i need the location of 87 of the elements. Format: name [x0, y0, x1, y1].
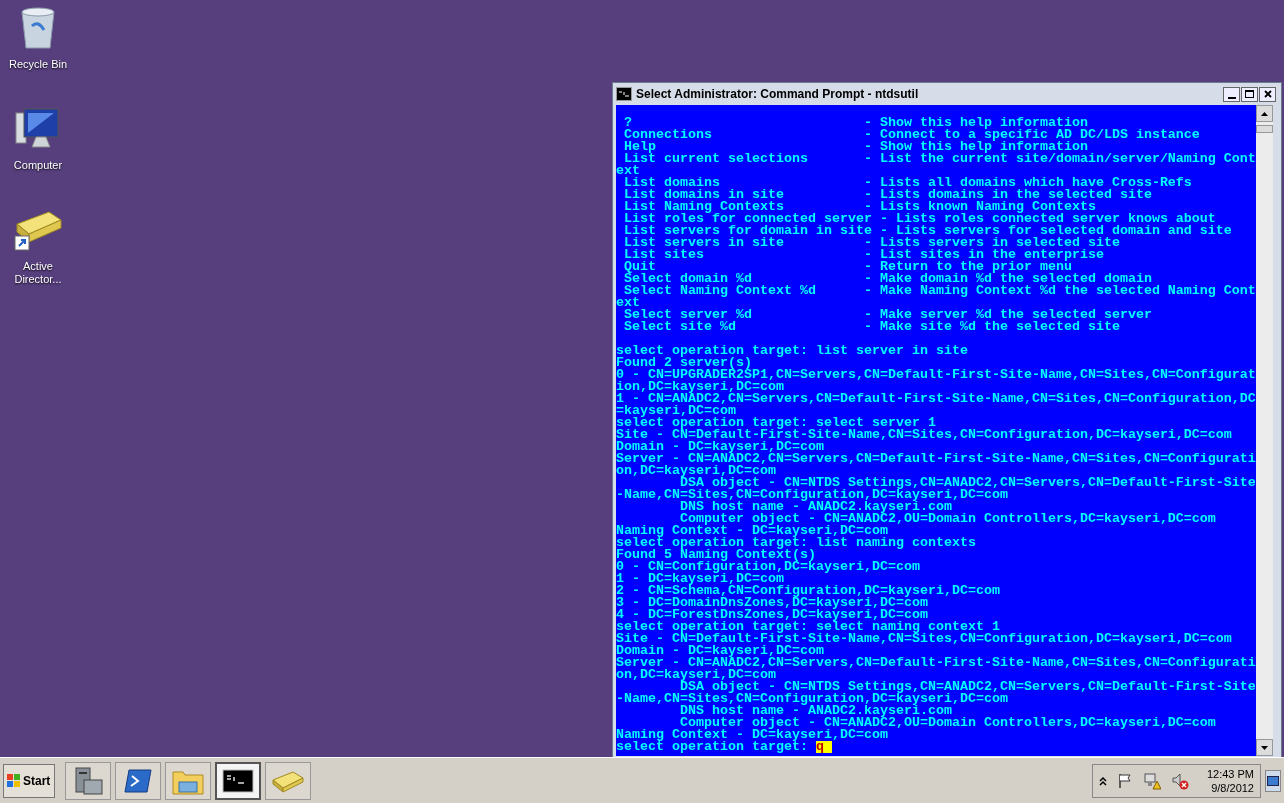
window-title: Select Administrator: Command Prompt - ntdsutil: [636, 86, 920, 103]
console-line: 3 - DC=DomainDnsZones,DC=kayseri,DC=com: [616, 597, 928, 609]
console-line: DSA object - CN=NTDS Settings,CN=ANADC2,CN=Servers,CN=Default-First-Site: [680, 681, 1256, 693]
console-line: List Naming Contexts - Lists known Naming Contexts: [623, 201, 1097, 213]
console-line: =kayseri,DC=com: [616, 405, 736, 417]
console-line: select operation target: select server 1: [616, 417, 936, 429]
console-line: 2 - CN=Schema,CN=Configuration,DC=kayseri,DC=com: [616, 585, 1001, 597]
terminal-prompt-icon: [123, 767, 153, 794]
console-line: Select server %d - Make server %d the selected server: [623, 309, 1153, 321]
close-icon: [1263, 90, 1272, 98]
speaker-muted-icon[interactable]: [1170, 771, 1189, 790]
console-line: -Name,CN=Sites,CN=Configuration,DC=kayseri,DC=com: [616, 489, 1008, 501]
triangle-up-icon: [1261, 111, 1268, 116]
console-line: 0 - CN=UPGRADER2SP1,CN=Servers,CN=Default-First-Site-Name,CN=Sites,CN=Configurat: [616, 369, 1256, 381]
minimize-button[interactable]: [1223, 86, 1240, 102]
console-line: ion,DC=kayseri,DC=com: [616, 381, 784, 393]
console-line: Computer object - CN=ANADC2,OU=Domain Controllers,DC=kayseri,DC=com: [680, 717, 1217, 729]
console-line: ext: [616, 297, 640, 309]
console-line: Server - CN=ANADC2,CN=Servers,CN=Default-First-Site-Name,CN=Sites,CN=Configurati: [616, 453, 1256, 465]
maximize-icon: [1245, 90, 1254, 98]
console-line: on,DC=kayseri,DC=com: [616, 465, 776, 477]
console-line: List current selections - List the current site/domain/server/Naming Cont: [624, 153, 1256, 165]
network-warning-icon[interactable]: [1142, 771, 1161, 790]
console-window-icon: [616, 87, 632, 101]
start-button[interactable]: Start: [3, 763, 55, 798]
triangle-down-icon: [1261, 745, 1268, 750]
console-line: on,DC=kayseri,DC=com: [616, 669, 776, 681]
console-line: List domains in site - Lists domains in the selected site: [623, 189, 1153, 201]
chevron-up-icon[interactable]: [1098, 775, 1107, 786]
scroll-thumb[interactable]: [1256, 125, 1273, 133]
console-line: Quit - Return to the prior menu: [623, 261, 1072, 273]
console-line: List roles for connected server - Lists roles connected server knows about: [623, 213, 1216, 225]
maximize-button[interactable]: [1241, 86, 1258, 102]
console-line: select operation target: list naming contexts: [616, 537, 977, 549]
console-line: Help - Show this help information: [623, 141, 1088, 153]
console-line: Naming Context - DC=kayseri,DC=com: [616, 525, 888, 537]
console-line: Site - CN=Default-First-Site-Name,CN=Sites,CN=Configuration,DC=kayseri,DC=com: [616, 429, 1233, 441]
console-line: Select site %d - Make site %d the selected site: [623, 321, 1121, 333]
console-line: Site - CN=Default-First-Site-Name,CN=Sites,CN=Configuration,DC=kayseri,DC=com: [616, 633, 1233, 645]
console-input[interactable]: q: [815, 741, 832, 753]
clock-time[interactable]: 12:43 PM: [1206, 766, 1254, 781]
scroll-down-button[interactable]: [1256, 739, 1273, 756]
console-line: Found 5 Naming Context(s): [616, 549, 816, 561]
console-line: 0 - CN=Configuration,DC=kayseri,DC=com: [616, 561, 921, 573]
console-prompt: select operation target:: [616, 741, 808, 753]
console-line: List sites - List sites in the enterprise: [623, 249, 1105, 261]
console-line: -Name,CN=Sites,CN=Configuration,DC=kayseri,DC=com: [616, 693, 1008, 705]
console-line: ? - Show this help information: [623, 117, 1088, 129]
desktop-preview-icon: [1267, 775, 1279, 786]
console-line: Connections - Connect to a specific AD DC/LDS instance: [623, 129, 1201, 141]
vertical-scrollbar[interactable]: [1256, 105, 1273, 756]
console-line: Select domain %d - Make domain %d the selected domain: [623, 273, 1152, 285]
console-line: Naming Context - DC=kayseri,DC=com: [616, 729, 888, 741]
server-toolbox-icon: [72, 765, 104, 796]
console-line: List domains - Lists all domains which have Cross-Refs: [623, 177, 1193, 189]
taskbar-app-button[interactable]: [215, 761, 261, 800]
directory-shortcut-icon: [13, 208, 63, 252]
show-desktop-button[interactable]: [1265, 769, 1281, 792]
console-line: 4 - DC=ForestDnsZones,DC=kayseri,DC=com: [616, 609, 928, 621]
console-line: DSA object - CN=NTDS Settings,CN=ANADC2,CN=Servers,CN=Default-First-Site: [680, 477, 1256, 489]
console-line: DNS host name - ANADC2.kayseri.com: [680, 705, 952, 717]
close-button[interactable]: [1259, 86, 1276, 102]
desktop-icon-label[interactable]: Recycle Bin: [6, 58, 70, 71]
console-line: DNS host name - ANADC2.kayseri.com: [680, 501, 952, 513]
windows-logo-icon: [7, 773, 21, 788]
console-line: ext: [616, 165, 640, 177]
console-line: Server - CN=ANADC2,CN=Servers,CN=Default-First-Site-Name,CN=Sites,CN=Configurati: [616, 657, 1256, 669]
console-line: select operation target: list server in site: [616, 345, 969, 357]
console-line: 1 - DC=kayseri,DC=com: [616, 573, 784, 585]
clock-date[interactable]: 9/8/2012: [1211, 780, 1254, 795]
flag-icon[interactable]: [1116, 772, 1133, 789]
console-line: Domain - DC=kayseri,DC=com: [616, 441, 824, 453]
console-line: Domain - DC=kayseri,DC=com: [616, 645, 824, 657]
desktop-icon-label[interactable]: Active Director...: [6, 260, 70, 286]
minimize-icon: [1227, 96, 1236, 99]
scroll-up-button[interactable]: [1256, 105, 1273, 122]
console-window-icon: [222, 768, 254, 793]
console-line: List servers in site - Lists servers in selected site: [623, 237, 1121, 249]
console-line: Computer object - CN=ANADC2,OU=Domain Controllers,DC=kayseri,DC=com: [680, 513, 1217, 525]
desktop-icon-label[interactable]: Computer: [6, 159, 70, 172]
computer-icon: [14, 107, 62, 151]
console-line: select operation target: select naming context 1: [616, 621, 1000, 633]
console-line: List servers for domain in site - Lists servers for selected domain and site: [623, 225, 1233, 237]
trash-bin-icon: [18, 6, 58, 50]
console-line: Select Naming Context %d - Make Naming Context %d the selected Naming Cont: [624, 285, 1256, 297]
console-line: 1 - CN=ANADC2,CN=Servers,CN=Default-First-Site-Name,CN=Sites,CN=Configuration,DC: [616, 393, 1256, 405]
console-line: Found 2 server(s): [616, 357, 752, 369]
